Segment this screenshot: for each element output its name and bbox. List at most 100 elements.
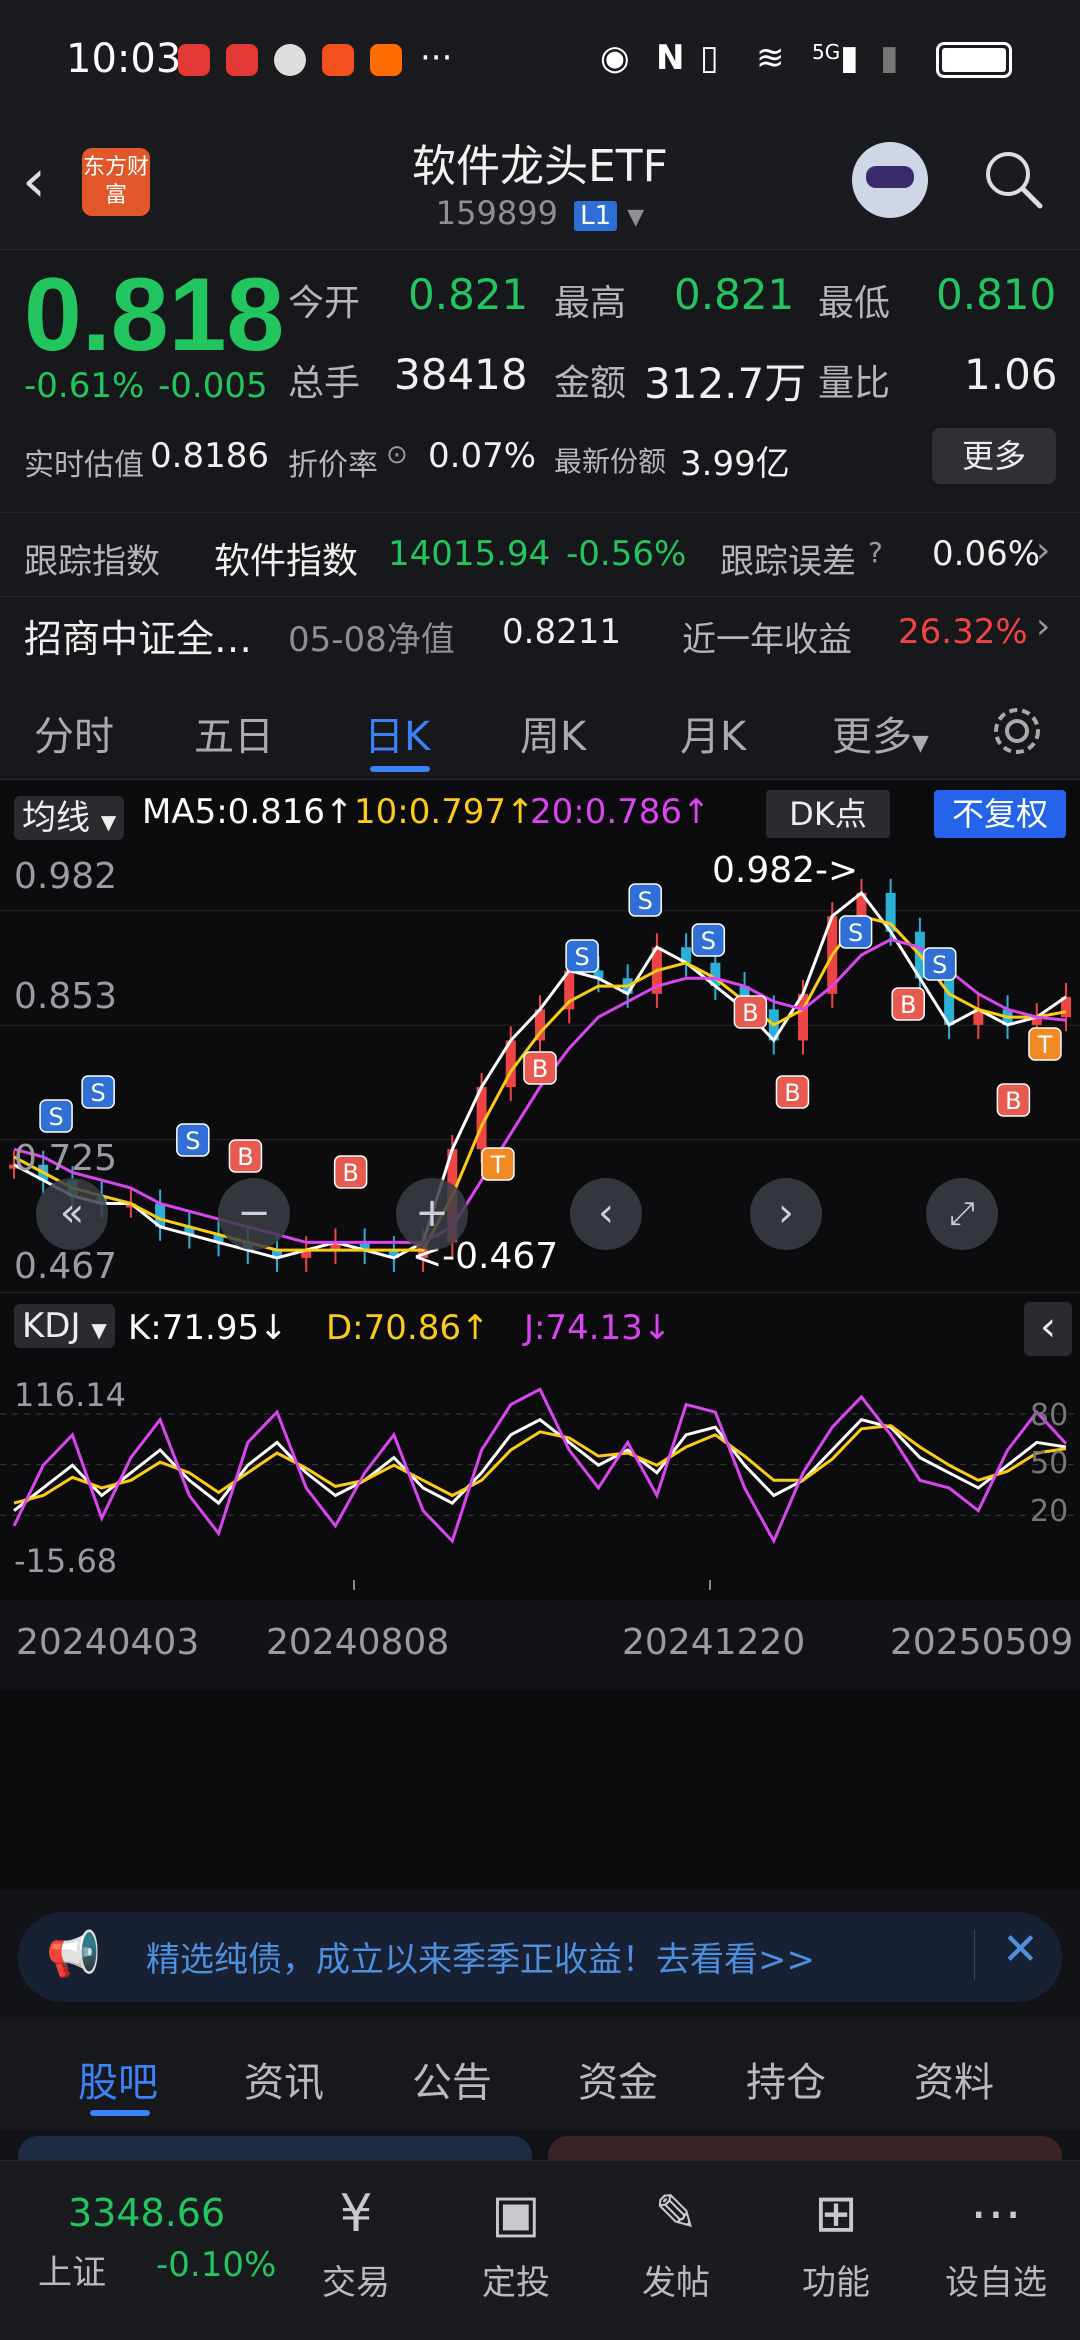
divider bbox=[974, 1930, 975, 1980]
chevron-right-icon[interactable]: › bbox=[1036, 606, 1050, 647]
signal-marker-label: B bbox=[784, 1079, 800, 1107]
signal-icon: ▮ bbox=[840, 38, 859, 78]
nav-functions-label: 功能 bbox=[802, 2263, 870, 2303]
nav-trade[interactable]: ¥ 交易 bbox=[296, 2179, 416, 2304]
tracking-index-change: -0.56% bbox=[566, 534, 687, 574]
signal-marker-label: T bbox=[490, 1151, 506, 1179]
nav-post[interactable]: ✎ 发帖 bbox=[616, 2179, 736, 2304]
network-type: 5G bbox=[812, 40, 841, 64]
kdj-select[interactable]: KDJ ▼ bbox=[14, 1304, 115, 1348]
tab-holdings[interactable]: 持仓 bbox=[746, 2050, 826, 2108]
chevron-down-icon: ▼ bbox=[627, 205, 645, 230]
kdj-right-tick: 20 bbox=[1030, 1494, 1069, 1529]
tracking-error-label: 跟踪误差 bbox=[720, 542, 856, 582]
nav-invest-plan[interactable]: ▣ 定投 bbox=[456, 2179, 576, 2304]
tab-monthly-k[interactable]: 月K bbox=[680, 704, 746, 762]
collapse-panel-icon[interactable]: ‹ bbox=[1024, 1302, 1072, 1356]
nav-functions[interactable]: ⊞ 功能 bbox=[776, 2179, 896, 2304]
kdj-max-label: 116.14 bbox=[14, 1376, 126, 1414]
shares-value: 3.99亿 bbox=[680, 444, 790, 484]
change-percent: -0.61% bbox=[24, 366, 145, 406]
signal-marker-label: B bbox=[742, 999, 758, 1027]
tab-announcements[interactable]: 公告 bbox=[412, 2050, 492, 2108]
more-button[interactable]: 更多 bbox=[932, 428, 1056, 484]
change-amount: -0.005 bbox=[158, 366, 268, 406]
zoom-in-button[interactable]: + bbox=[396, 1178, 468, 1250]
tab-capital[interactable]: 资金 bbox=[578, 2050, 658, 2108]
scroll-start-button[interactable]: « bbox=[36, 1178, 108, 1250]
info-icon[interactable]: ⊙ bbox=[386, 440, 408, 470]
search-icon[interactable] bbox=[980, 146, 1046, 212]
divider bbox=[0, 596, 1080, 597]
ma-select[interactable]: 均线 ▼ bbox=[14, 790, 125, 840]
kdj-min-label: -15.68 bbox=[14, 1542, 118, 1580]
tab-news[interactable]: 资讯 bbox=[244, 2050, 324, 2108]
promo-text[interactable]: 精选纯债，成立以来季季正收益！去看看>> bbox=[146, 1932, 815, 1981]
nav-add-watchlist-label: 设自选 bbox=[945, 2263, 1047, 2303]
nfc-icon: N bbox=[656, 38, 685, 78]
more-icon: ⋯ bbox=[970, 2184, 1022, 2244]
x-tick-label: 20240403 bbox=[16, 1622, 200, 1663]
low-label: 最低 bbox=[818, 283, 891, 324]
signal-marker-label: B bbox=[532, 1055, 548, 1083]
huawei-app-icon-2 bbox=[226, 44, 258, 76]
grid-icon: ⊞ bbox=[814, 2184, 858, 2244]
iopv-label: 实时估值 bbox=[24, 448, 144, 483]
taobao-app-icon bbox=[370, 44, 402, 76]
fullscreen-icon[interactable]: ⤢ bbox=[926, 1178, 998, 1250]
app-header: ‹ 东方财富 软件龙头ETF 159899 L1 ▼ bbox=[0, 120, 1080, 250]
signal-marker-label: S bbox=[574, 943, 589, 971]
signal-marker-label: B bbox=[342, 1159, 358, 1187]
zoom-out-button[interactable]: − bbox=[218, 1178, 290, 1250]
low-value: 0.810 bbox=[936, 270, 1057, 319]
no-adjust-button[interactable]: 不复权 bbox=[934, 790, 1066, 838]
nav-add-watchlist[interactable]: ⋯ 设自选 bbox=[936, 2179, 1056, 2304]
prev-button[interactable]: ‹ bbox=[570, 1178, 642, 1250]
send-app-icon bbox=[322, 44, 354, 76]
tab-profile[interactable]: 资料 bbox=[914, 2050, 994, 2108]
settings-gear-icon[interactable] bbox=[990, 704, 1044, 758]
current-price: 0.818 bbox=[24, 257, 285, 373]
status-bar: 10:03 ··· ◉ N ▯ ≋ 5G ▮ ▮ bbox=[0, 0, 1080, 120]
close-icon[interactable]: ✕ bbox=[1002, 1924, 1039, 1975]
j-value: J:74.13↓ bbox=[524, 1308, 672, 1348]
shares-label: 最新份额 bbox=[554, 445, 667, 478]
robot-assistant-icon[interactable] bbox=[852, 142, 928, 218]
ma10-value: 10:0.797↑ bbox=[354, 792, 535, 832]
caret-down-icon: ▼ bbox=[912, 731, 929, 756]
tab-daily-k[interactable]: 日K bbox=[364, 704, 430, 762]
high-annotation: 0.982-> bbox=[712, 850, 859, 891]
tab-forum[interactable]: 股吧 bbox=[78, 2050, 158, 2108]
divider bbox=[0, 512, 1080, 513]
next-button[interactable]: › bbox=[750, 1178, 822, 1250]
chevron-right-icon[interactable]: › bbox=[1036, 530, 1050, 571]
fund-name[interactable]: 招商中证全… bbox=[24, 608, 252, 663]
tab-intraday[interactable]: 分时 bbox=[34, 704, 114, 762]
nav-value: 0.8211 bbox=[502, 612, 621, 652]
huawei-app-icon bbox=[178, 44, 210, 76]
tab-more[interactable]: 更多▼ bbox=[832, 704, 929, 762]
x-tick-label: 20250509 bbox=[890, 1622, 1074, 1663]
ma20-value: 20:0.786↑ bbox=[530, 792, 711, 832]
ma-select-label: 均线 bbox=[22, 798, 90, 838]
high-value: 0.821 bbox=[674, 270, 795, 319]
volume-value: 38418 bbox=[394, 350, 528, 399]
sh-index-name: 上证 bbox=[38, 2253, 106, 2293]
tracking-index-name[interactable]: 软件指数 bbox=[214, 532, 358, 584]
tab-five-day[interactable]: 五日 bbox=[194, 704, 274, 762]
yen-icon: ¥ bbox=[339, 2184, 373, 2244]
tab-weekly-k[interactable]: 周K bbox=[520, 704, 586, 762]
d-value: D:70.86↑ bbox=[326, 1308, 490, 1348]
y-tick-label: 0.467 bbox=[14, 1246, 118, 1287]
help-icon[interactable]: ? bbox=[868, 536, 883, 569]
tracking-error-value: 0.06% bbox=[932, 534, 1041, 574]
nav-post-label: 发帖 bbox=[642, 2263, 710, 2303]
signal-marker-label: S bbox=[48, 1103, 63, 1131]
volume-ratio-value: 1.06 bbox=[964, 350, 1058, 399]
dk-point-button[interactable]: DK点 bbox=[766, 790, 890, 838]
divider bbox=[0, 1292, 1080, 1293]
signal-marker-label: B bbox=[900, 991, 916, 1019]
promo-banner[interactable]: 📢 精选纯债，成立以来季季正收益！去看看>> ✕ bbox=[18, 1912, 1062, 2002]
sh-index-value[interactable]: 3348.66 bbox=[68, 2191, 225, 2235]
kline-chart-area[interactable]: 均线 ▼ MA5:0.816↑ 10:0.797↑ 20:0.786↑ DK点 … bbox=[0, 780, 1080, 1890]
